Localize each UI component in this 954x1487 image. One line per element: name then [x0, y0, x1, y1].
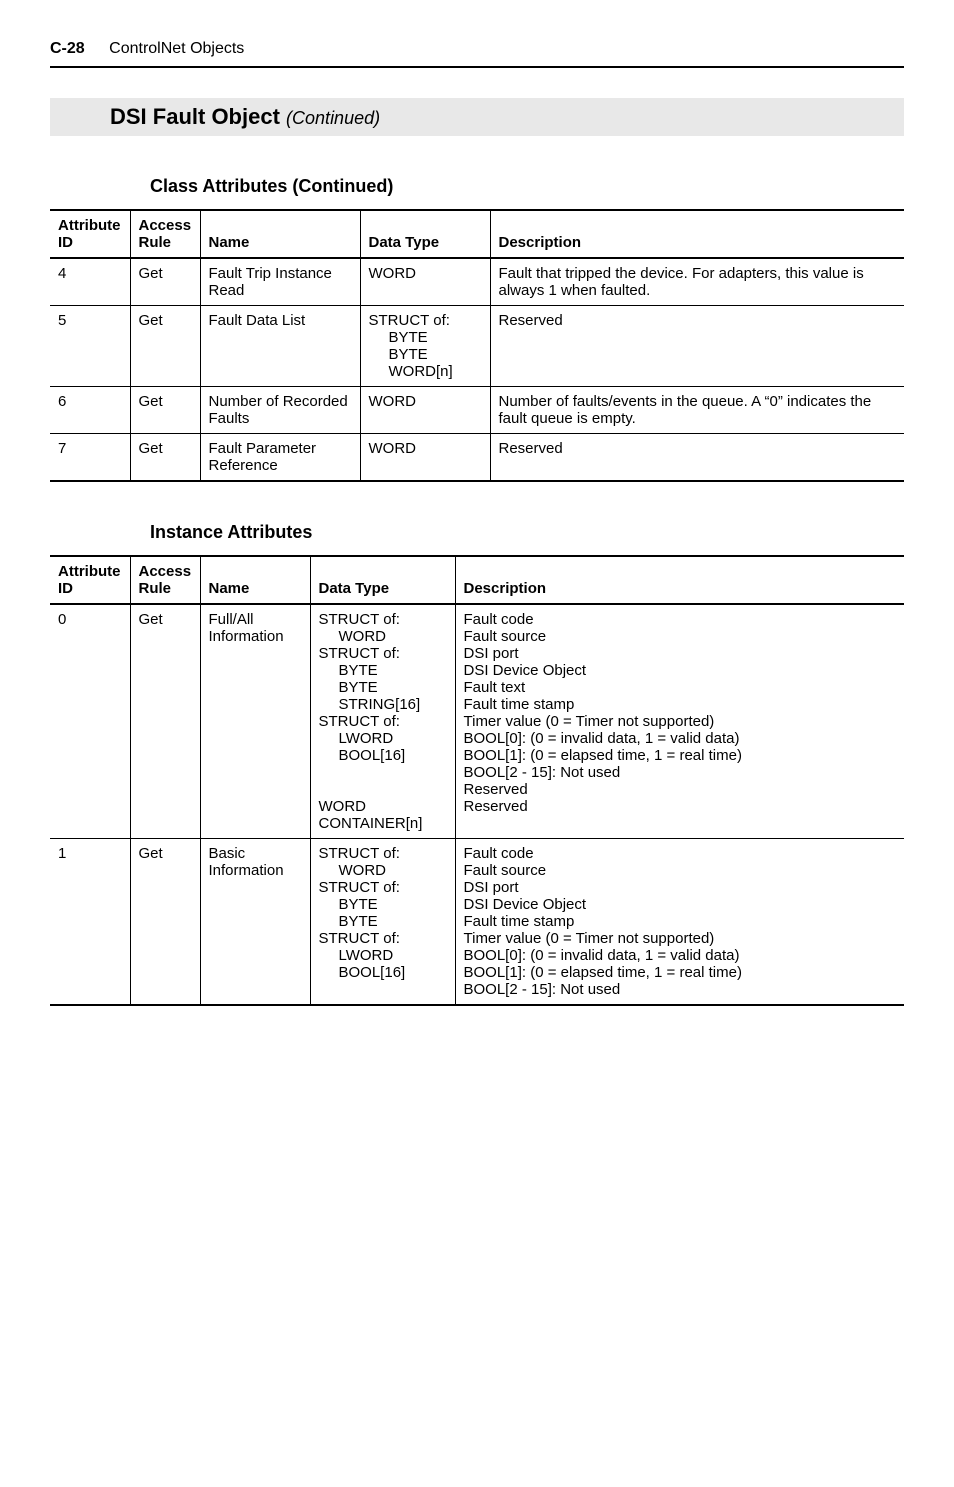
cell-access: Get	[130, 839, 200, 1006]
section-title-text: DSI Fault Object	[110, 104, 280, 129]
table-row: 6 Get Number of Recorded Faults WORD Num…	[50, 387, 904, 434]
cell-dtype: WORD	[360, 434, 490, 482]
cell-dtype: WORD	[360, 387, 490, 434]
cell-access: Get	[130, 306, 200, 387]
cell-attr-id: 1	[50, 839, 130, 1006]
cell-dtype: STRUCT of: BYTE BYTE WORD[n]	[360, 306, 490, 387]
cell-desc: Fault code Fault source DSI port DSI Dev…	[455, 604, 904, 839]
col-dtype: Data Type	[360, 210, 490, 258]
cell-name: Fault Parameter Reference	[200, 434, 360, 482]
cell-dtype: STRUCT of: WORD STRUCT of: BYTE BYTE STR…	[310, 839, 455, 1006]
col-attr-id: Attribute ID	[50, 210, 130, 258]
cell-dtype: WORD	[360, 258, 490, 306]
cell-access: Get	[130, 434, 200, 482]
instance-attributes-table: Attribute ID Access Rule Name Data Type …	[50, 555, 904, 1006]
class-attributes-table: Attribute ID Access Rule Name Data Type …	[50, 209, 904, 482]
cell-desc: Fault that tripped the device. For adapt…	[490, 258, 904, 306]
cell-attr-id: 0	[50, 604, 130, 839]
page-number: C-28	[50, 40, 85, 57]
page-title: ControlNet Objects	[109, 40, 244, 57]
col-dtype: Data Type	[310, 556, 455, 604]
table-row: 4 Get Fault Trip Instance Read WORD Faul…	[50, 258, 904, 306]
cell-attr-id: 6	[50, 387, 130, 434]
table-row: 1 Get Basic Information STRUCT of: WORD …	[50, 839, 904, 1006]
table-row: 7 Get Fault Parameter Reference WORD Res…	[50, 434, 904, 482]
col-desc: Description	[490, 210, 904, 258]
cell-attr-id: 5	[50, 306, 130, 387]
cell-name: Basic Information	[200, 839, 310, 1006]
table-row: 5 Get Fault Data List STRUCT of: BYTE BY…	[50, 306, 904, 387]
col-name: Name	[200, 556, 310, 604]
col-name: Name	[200, 210, 360, 258]
cell-desc: Number of faults/events in the queue. A …	[490, 387, 904, 434]
cell-access: Get	[130, 258, 200, 306]
page-header-row: C-28 ControlNet Objects	[50, 40, 904, 68]
col-access: Access Rule	[130, 210, 200, 258]
cell-access: Get	[130, 387, 200, 434]
cell-desc: Fault code Fault source DSI port DSI Dev…	[455, 839, 904, 1006]
cell-access: Get	[130, 604, 200, 839]
cell-attr-id: 4	[50, 258, 130, 306]
section-title-bar: DSI Fault Object (Continued)	[50, 98, 904, 136]
cell-name: Full/All Information	[200, 604, 310, 839]
cell-attr-id: 7	[50, 434, 130, 482]
col-attr-id: Attribute ID	[50, 556, 130, 604]
cell-name: Fault Trip Instance Read	[200, 258, 360, 306]
section-continued: (Continued)	[286, 108, 380, 128]
col-desc: Description	[455, 556, 904, 604]
cell-dtype: STRUCT of: WORD STRUCT of: BYTE BYTE STR…	[310, 604, 455, 839]
instance-attributes-heading: Instance Attributes	[150, 522, 904, 543]
col-access: Access Rule	[130, 556, 200, 604]
cell-desc: Reserved	[490, 434, 904, 482]
class-attributes-heading: Class Attributes (Continued)	[150, 176, 904, 197]
cell-name: Number of Recorded Faults	[200, 387, 360, 434]
table-row: 0 Get Full/All Information STRUCT of: WO…	[50, 604, 904, 839]
cell-desc: Reserved	[490, 306, 904, 387]
cell-name: Fault Data List	[200, 306, 360, 387]
